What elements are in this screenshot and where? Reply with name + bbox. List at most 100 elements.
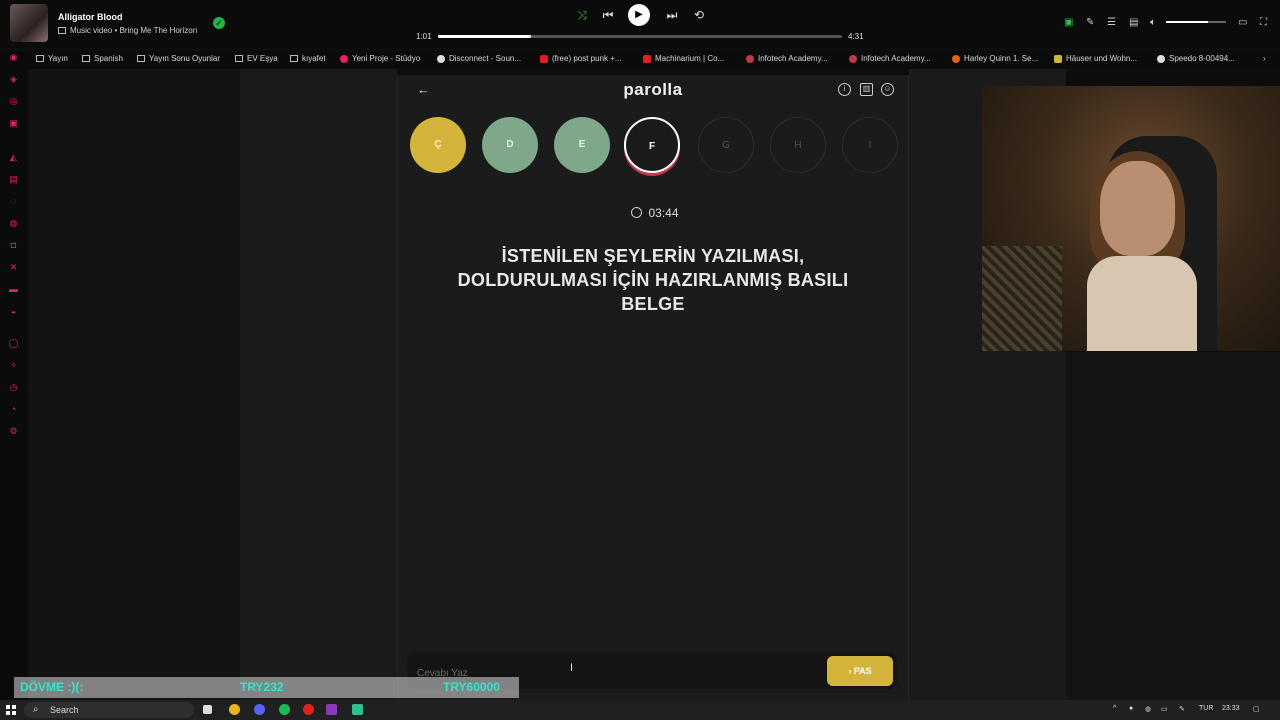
volume-slider-fill [1166,21,1208,23]
seek-bar-fill [438,35,531,38]
bookmark-link[interactable]: Machinarium | Co... [643,54,724,63]
profile-icon[interactable]: ☺ [881,83,894,96]
letter-circle-current: F [624,117,680,173]
folder-icon [36,55,44,63]
clock[interactable]: 23:33 [1222,705,1240,712]
bookmark-link[interactable]: Disconnect - Soun... [437,54,521,63]
pass-button[interactable]: › PAS [827,656,893,686]
stats-icon[interactable]: ▥ [860,83,873,96]
tray-app-icon[interactable]: ◍ [1145,705,1151,713]
language-indicator[interactable]: TUR [1199,705,1213,712]
bookmark-label: Disconnect - Soun... [449,54,522,63]
sidebar-app-icon[interactable]: ◘ [8,241,19,250]
windows-start-icon[interactable] [6,705,16,715]
queue-icon[interactable]: ☰ [1107,17,1116,28]
bookmark-link[interactable]: Yeni Proje - Stüdyo [340,54,420,63]
song-title[interactable]: Alligator Blood [58,12,123,22]
back-arrow-icon[interactable]: ← [417,82,430,97]
discord-icon[interactable] [254,704,265,715]
bookmarks-overflow-icon[interactable]: › [1263,54,1266,63]
sidebar-app-icon[interactable]: ▤ [8,175,19,184]
notifications-icon[interactable]: ▢ [1253,705,1260,713]
app-icon[interactable] [326,704,337,715]
question-text: İSTENİLEN ŞEYLERİN YAZILMASI, DOLDURULMA… [457,246,849,314]
taskbar-search[interactable]: ⌕ Search [24,702,194,718]
folder-icon [235,55,243,63]
miniplayer-icon[interactable]: ▭ [1238,17,1247,28]
sidebar-app-icon[interactable]: ▣ [8,119,19,128]
sidebar-app-icon[interactable]: ✧ [8,361,19,370]
sidebar-app-icon[interactable]: ◒ [8,307,19,316]
bookmark-label: Infotech Academy... [861,54,931,63]
microphone-icon[interactable]: ● [1129,705,1133,712]
album-art[interactable] [10,4,48,42]
seek-bar[interactable] [438,35,842,38]
lyrics-icon[interactable]: ▣ [1064,17,1073,28]
bookmark-label: Machinarium | Co... [655,54,725,63]
sidebar-app-icon[interactable]: ✕ [8,263,19,272]
obs-icon[interactable] [303,704,314,715]
search-icon: ⌕ [33,704,39,715]
bookmark-folder[interactable]: Yayın [36,54,68,63]
song-subtitle: Music video • Bring Me The Horizon [58,26,197,35]
info-icon[interactable]: i [838,83,851,96]
next-icon[interactable]: ⏭ [664,8,680,23]
search-label: Search [50,705,79,715]
sidebar-app-icon[interactable]: ◯ [8,339,19,348]
play-button[interactable]: ▶ [628,4,650,26]
sidebar-app-icon[interactable]: ⚙ [8,427,19,436]
pen-icon[interactable]: ✎ [1179,705,1185,713]
bookmark-folder[interactable]: Spanish [82,54,123,63]
right-panel [1066,352,1280,700]
repeat-icon[interactable]: ⟲ [691,8,707,22]
bookmark-folder[interactable]: Yayın Sonu Oyunlar [137,54,220,63]
sidebar-app-icon[interactable]: ◈ [8,75,19,84]
bookmark-link[interactable]: Infotech Academy... [849,54,931,63]
previous-icon[interactable]: ⏮ [600,8,616,23]
volume-slider[interactable] [1166,21,1226,23]
music-video-icon [58,27,66,35]
bookmark-folder[interactable]: EV Eşya [235,54,278,63]
page-title: parolla [623,80,683,99]
network-icon[interactable]: ▭ [1161,705,1168,713]
site-icon [1157,54,1165,63]
sidebar-app-icon[interactable]: ◍ [8,219,19,228]
chrome-icon[interactable] [229,704,240,715]
volume-icon[interactable]: 🔈︎ [1150,17,1156,28]
task-view-icon[interactable] [203,705,212,714]
bookmarks-bar: Yayın Spanish Yayın Sonu Oyunlar EV Eşya… [0,51,1280,69]
text-cursor-icon: I [570,662,574,674]
shuffle-icon[interactable]: ⤨ [574,8,590,23]
folder-icon [290,55,298,63]
clock-icon [631,207,643,218]
devices-icon[interactable]: ▤ [1129,17,1138,28]
bookmark-label: Speedo 8-00494... [1169,54,1235,63]
donation-goal: TRY60000 [443,680,500,694]
sidebar-app-icon[interactable]: ◉ [8,53,19,62]
bookmark-link[interactable]: Infotech Academy... [746,54,828,63]
sidebar-app-icon[interactable]: ▬ [8,285,19,294]
bookmark-link[interactable]: Harley Quinn 1. Se... [952,54,1038,63]
bookmark-link[interactable]: (free) post punk +... [540,54,622,63]
letter-circle-answered: D [482,117,538,173]
sidebar-app-icon[interactable]: ◷ [8,383,19,392]
youtube-icon [540,54,548,63]
pass-button-label: PAS [853,666,872,676]
donation-current: TRY232 [240,680,284,694]
donation-goal-bar: DÖVME :)(: TRY232 TRY60000 [14,677,519,698]
bookmark-link[interactable]: Speedo 8-00494... [1157,54,1235,63]
app-icon[interactable] [352,704,363,715]
tray-overflow-icon[interactable]: ^ [1113,705,1116,712]
sidebar-app-icon[interactable]: ◎ [8,97,19,106]
edit-icon[interactable]: ✎ [1086,17,1094,28]
song-subtitle-text: Music video • Bring Me The Horizon [70,26,198,35]
letter-circle-answered: Ç [410,117,466,173]
sidebar-app-icon[interactable]: ◌ [8,197,19,206]
sidebar-app-icon[interactable]: ◔ [8,405,19,414]
bookmark-link[interactable]: Häuser und Wohn... [1054,54,1137,63]
sidebar-app-icon[interactable]: ◭ [8,153,19,162]
webcam-background [982,246,1062,351]
bookmark-folder[interactable]: kıyafet [290,54,326,63]
fullscreen-icon[interactable]: ⛶ [1260,17,1267,28]
spotify-icon[interactable] [279,704,290,715]
